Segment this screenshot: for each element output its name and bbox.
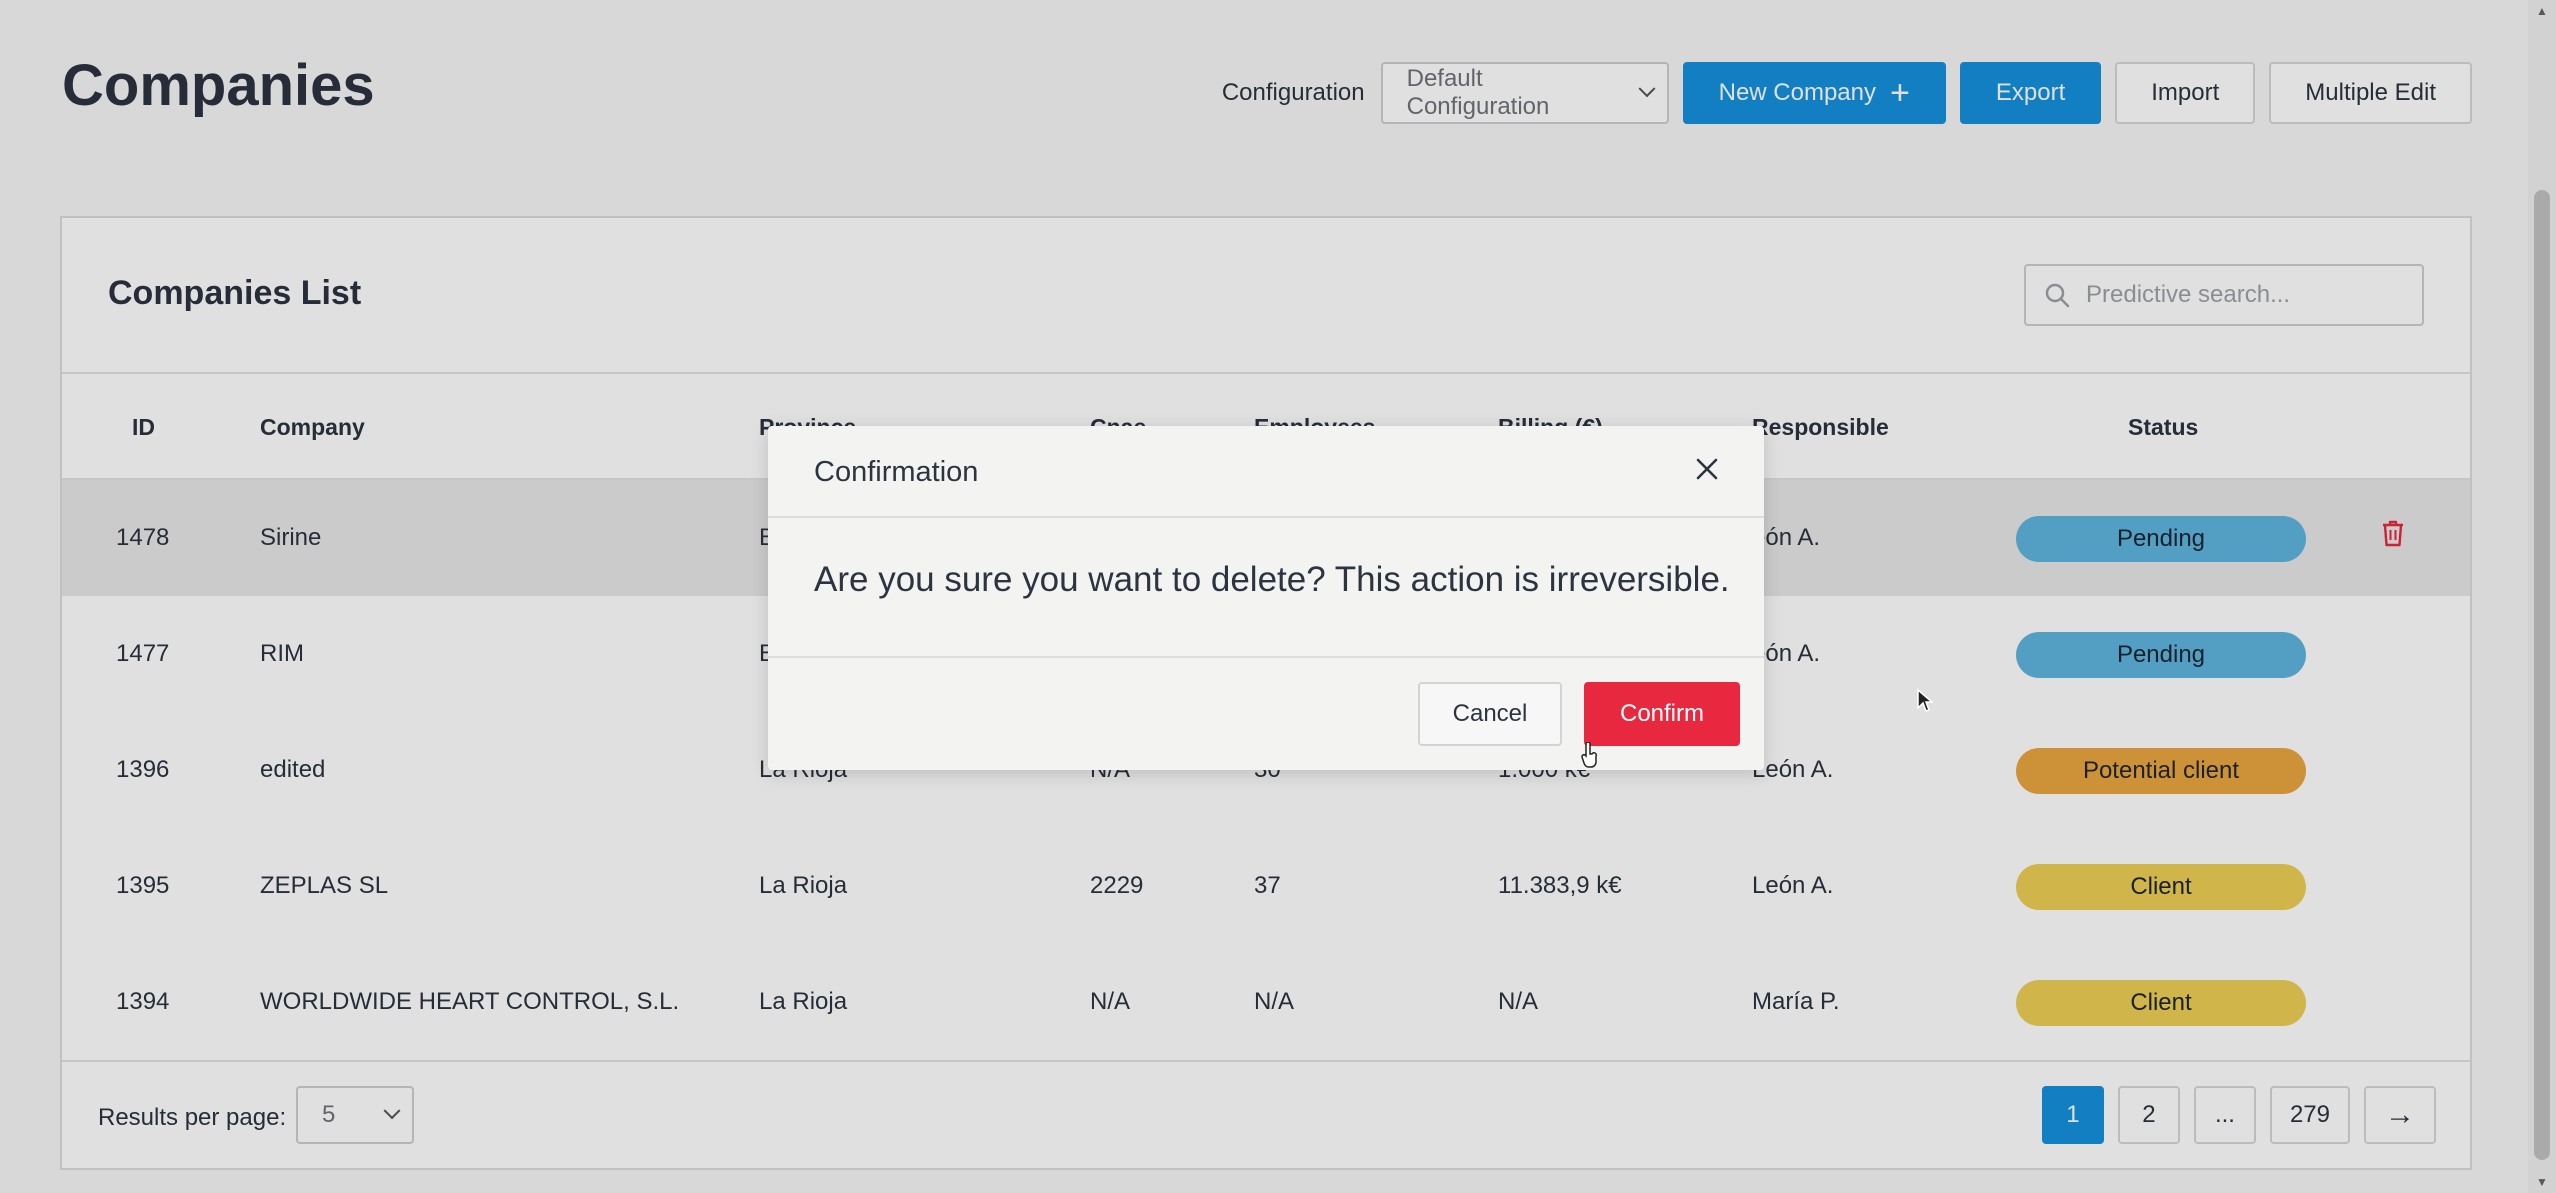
mouse-pointer-icon [1917,688,1934,712]
confirmation-dialog: Confirmation Are you sure you want to de… [768,426,1764,770]
dialog-header: Confirmation [768,426,1764,518]
dialog-footer: Cancel Confirm [768,658,1764,768]
dialog-message: Are you sure you want to delete? This ac… [814,560,1730,599]
cancel-button[interactable]: Cancel [1418,682,1562,746]
close-icon[interactable] [1692,454,1722,484]
dialog-body: Are you sure you want to delete? This ac… [768,518,1764,658]
confirm-button[interactable]: Confirm [1584,682,1740,746]
hand-pointer-icon [1581,742,1597,768]
dialog-title: Confirmation [814,456,979,488]
